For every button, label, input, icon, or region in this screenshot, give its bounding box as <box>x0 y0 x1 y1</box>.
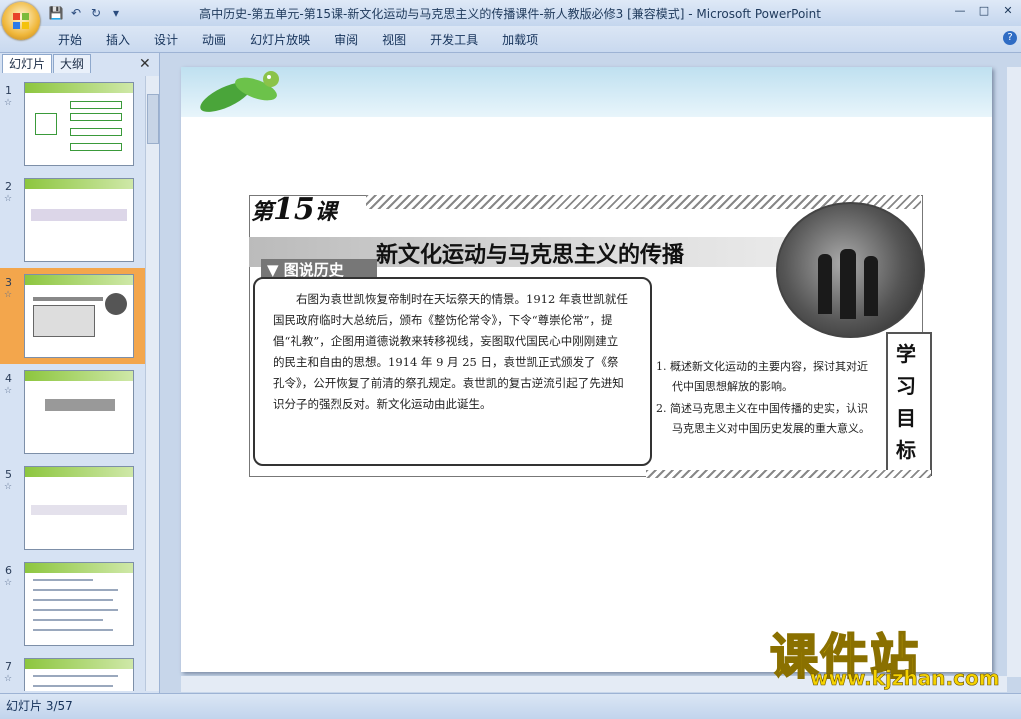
quick-access-toolbar: 💾 ↶ ↻ ▾ <box>48 4 124 22</box>
lesson-number: 第15课 <box>251 192 337 227</box>
animation-star-icon: ☆ <box>4 290 13 300</box>
status-bar <box>0 693 1021 719</box>
close-pane-icon[interactable]: ✕ <box>139 56 151 72</box>
watermark-url: www.kjzhan.com <box>810 666 1000 691</box>
decorative-stripes-bottom <box>646 470 931 478</box>
slide-header-banner <box>181 67 992 117</box>
slide-title: 新文化运动与马克思主义的传播 <box>376 242 685 268</box>
description-text: 右图为袁世凯恢复帝制时在天坛祭天的情景。1912 年袁世凯就任国民政府临时大总统… <box>273 292 628 411</box>
goal-item: 1. 概述新文化运动的主要内容，探讨其对近代中国思想解放的影响。 <box>656 360 868 393</box>
slide-number: 2 <box>5 180 12 193</box>
slide-canvas[interactable]: 第15课 新文化运动与马克思主义的传播 ▼ 图说历史 右图为袁世凯恢复帝制时在天… <box>181 67 992 672</box>
customize-toolbar-icon[interactable]: ▾ <box>108 5 124 21</box>
slide-number: 1 <box>5 84 12 97</box>
thumbnail-image <box>24 178 134 262</box>
slide-number: 6 <box>5 564 12 577</box>
thumbnail-image <box>24 466 134 550</box>
slide-thumbnail-2[interactable]: 2 ☆ <box>0 172 145 268</box>
slide-thumbnail-3[interactable]: 3 ☆ <box>0 268 145 364</box>
animation-star-icon: ☆ <box>4 674 13 684</box>
slide-number: 7 <box>5 660 12 673</box>
slide-number: 4 <box>5 372 12 385</box>
animation-star-icon: ☆ <box>4 578 13 588</box>
slide-thumbnails: 1 ☆ 2 ☆ 3 ☆ 4 ☆ 5 ☆ 6 ☆ 7 ☆ <box>0 76 145 691</box>
ribbon-tabs: 开始 插入 设计 动画 幻灯片放映 审阅 视图 开发工具 加载项 <box>46 31 550 49</box>
tab-outline[interactable]: 大纲 <box>53 54 92 73</box>
tab-developer[interactable]: 开发工具 <box>418 31 490 49</box>
thumbnail-image <box>24 562 134 646</box>
tab-home[interactable]: 开始 <box>46 31 94 49</box>
help-icon[interactable]: ? <box>1003 31 1017 45</box>
tab-view[interactable]: 视图 <box>370 31 418 49</box>
slide-thumbnail-4[interactable]: 4 ☆ <box>0 364 145 460</box>
slide-thumbnail-7[interactable]: 7 ☆ <box>0 652 145 691</box>
pane-tabs: 幻灯片 大纲 <box>2 54 92 74</box>
tab-slides[interactable]: 幻灯片 <box>2 54 53 73</box>
animation-star-icon: ☆ <box>4 386 13 396</box>
tab-addins[interactable]: 加载项 <box>490 31 550 49</box>
historical-photo <box>776 202 925 338</box>
window-title: 高中历史-第五单元-第15课-新文化运动与马克思主义的传播课件-新人教版必修3 … <box>199 7 821 21</box>
thumbnail-image <box>24 274 134 358</box>
animation-star-icon: ☆ <box>4 482 13 492</box>
thumbnail-image <box>24 82 134 166</box>
maximize-button[interactable]: □ <box>973 2 995 18</box>
learning-goals: 1. 概述新文化运动的主要内容，探讨其对近代中国思想解放的影响。 2. 简述马克… <box>656 357 876 441</box>
learning-goals-tag: 学 习 目 标 <box>886 332 932 476</box>
slide-thumbnail-5[interactable]: 5 ☆ <box>0 460 145 556</box>
tab-animations[interactable]: 动画 <box>190 31 238 49</box>
minimize-button[interactable]: — <box>949 2 971 18</box>
thumbnail-image <box>24 658 134 691</box>
thumbnail-image <box>24 370 134 454</box>
slide-thumbnail-6[interactable]: 6 ☆ <box>0 556 145 652</box>
tab-design[interactable]: 设计 <box>142 31 190 49</box>
animation-star-icon: ☆ <box>4 98 13 108</box>
goal-item: 2. 简述马克思主义在中国传播的史实，认识马克思主义对中国历史发展的重大意义。 <box>656 402 870 435</box>
slide-counter: 幻灯片 3/57 <box>6 699 73 713</box>
tab-insert[interactable]: 插入 <box>94 31 142 49</box>
slide-thumbnail-1[interactable]: 1 ☆ <box>0 76 145 172</box>
thumbnails-scrollbar[interactable] <box>145 76 159 691</box>
window-controls: — □ ✕ <box>949 2 1019 18</box>
slide-scrollbar[interactable] <box>1007 67 1021 677</box>
tab-review[interactable]: 审阅 <box>322 31 370 49</box>
close-button[interactable]: ✕ <box>997 2 1019 18</box>
office-button[interactable] <box>2 2 40 40</box>
slide-number: 3 <box>5 276 12 289</box>
tab-slideshow[interactable]: 幻灯片放映 <box>238 31 322 49</box>
redo-icon[interactable]: ↻ <box>88 5 104 21</box>
save-icon[interactable]: 💾 <box>48 5 64 21</box>
office-logo-icon <box>13 13 29 29</box>
undo-icon[interactable]: ↶ <box>68 5 84 21</box>
leaf-decoration-icon <box>200 71 279 112</box>
slide-number: 5 <box>5 468 12 481</box>
animation-star-icon: ☆ <box>4 194 13 204</box>
